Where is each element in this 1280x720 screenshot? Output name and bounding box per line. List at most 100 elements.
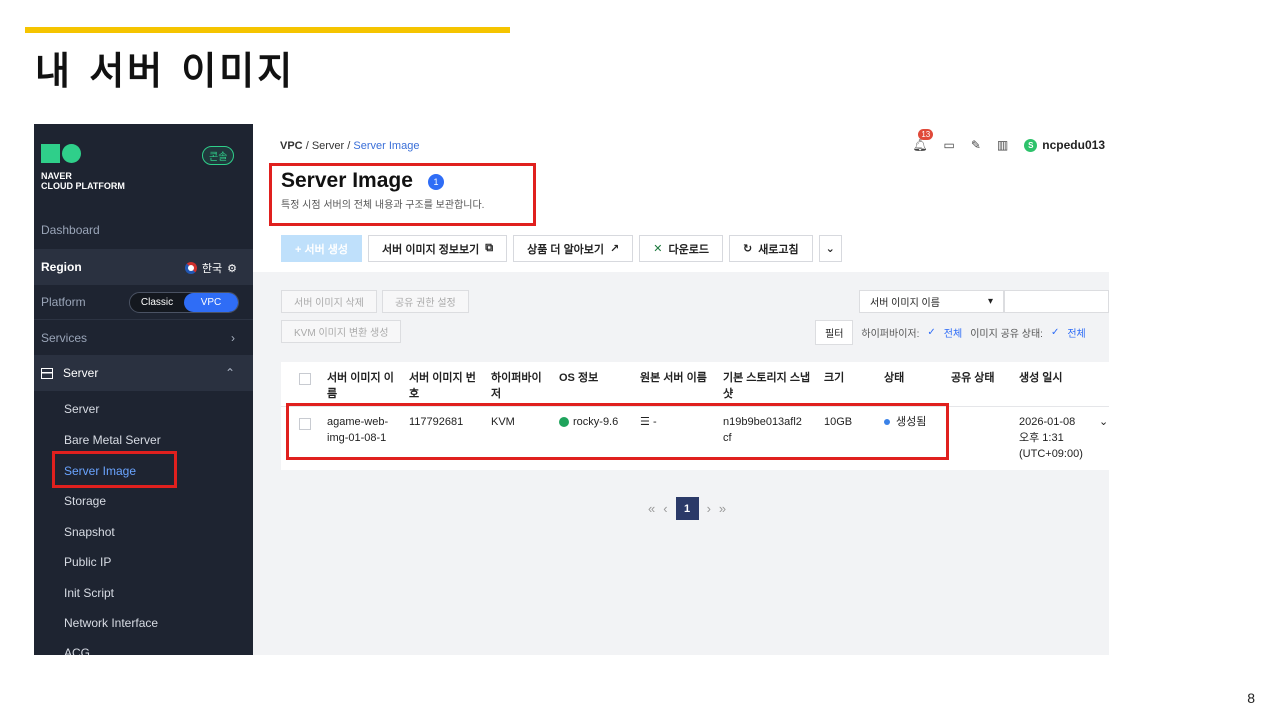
gear-icon[interactable]: ⚙ xyxy=(227,262,237,275)
action-buttons: 서버 이미지 삭제 공유 권한 설정 xyxy=(281,290,469,313)
hypervisor-filter-label: 하이퍼바이저: xyxy=(861,329,920,340)
slide: 내 서버 이미지 NAVER CLOUD PLATFORM 콘솔 Dashboar… xyxy=(0,0,1280,720)
top-icons: 🔔︎ 13 ▭ ✎ ▥ S ncpedu013 xyxy=(912,129,1105,152)
refresh-icon: ↻ xyxy=(742,243,753,255)
highlight-box-menu xyxy=(52,451,177,488)
filter-button[interactable]: 필터 xyxy=(815,320,854,345)
slide-title: 내 서버 이미지 xyxy=(35,49,296,93)
breadcrumb-sep: / xyxy=(347,140,351,152)
notification-count: 13 xyxy=(918,129,934,140)
platform-toggle[interactable]: Classic VPC xyxy=(129,292,239,313)
cell-created: 2026-01-08 오후 1:31 (UTC+09:00) xyxy=(1019,414,1083,462)
next-page-icon[interactable]: › xyxy=(707,501,711,516)
check-icon: ✓ xyxy=(1050,327,1060,338)
highlight-box-title xyxy=(269,163,536,226)
prev-page-icon[interactable]: ‹ xyxy=(663,501,667,516)
search-input[interactable] xyxy=(1004,290,1109,313)
learn-more-label: 상품 더 알아보기 xyxy=(527,243,605,256)
sidebar-item-network-interface[interactable]: Network Interface xyxy=(64,616,158,630)
logo-line2: CLOUD PLATFORM xyxy=(41,181,125,191)
sidebar: NAVER CLOUD PLATFORM 콘솔 Dashboard Region … xyxy=(34,124,253,655)
main-content: VPC / Server / Server Image 🔔︎ 13 ▭ ✎ ▥ S… xyxy=(253,124,1109,655)
accent-bar xyxy=(25,27,510,33)
user-menu[interactable]: S ncpedu013 xyxy=(1024,138,1105,152)
sidebar-item-storage[interactable]: Storage xyxy=(64,494,106,508)
download-button[interactable]: ✕ 다운로드 xyxy=(639,235,723,262)
col-header-created[interactable]: 생성 일시 xyxy=(1019,370,1063,386)
col-header-name[interactable]: 서버 이미지 이름 xyxy=(327,370,399,402)
external-link-icon: ↗ xyxy=(610,243,620,255)
sidebar-region[interactable]: Region 한국 ⚙ xyxy=(34,249,253,285)
platform-vpc-option[interactable]: VPC xyxy=(184,293,238,312)
more-dropdown-button[interactable]: ⌄ xyxy=(818,235,842,262)
image-info-button[interactable]: 서버 이미지 정보보기 ⧉ xyxy=(368,235,508,262)
services-label: Services xyxy=(41,330,88,345)
sidebar-item-dashboard[interactable]: Dashboard xyxy=(34,212,253,248)
ncp-logo[interactable]: NAVER CLOUD PLATFORM xyxy=(41,144,125,191)
kvm-convert-button[interactable]: KVM 이미지 변환 생성 xyxy=(281,320,402,343)
excel-icon: ✕ xyxy=(653,243,663,255)
username: ncpedu013 xyxy=(1042,138,1105,152)
col-header-size[interactable]: 크기 xyxy=(824,370,844,386)
edit-note-icon[interactable]: ✎ xyxy=(971,138,981,152)
breadcrumb-sep: / xyxy=(305,140,309,152)
row-expand-chevron-icon[interactable]: ⌄ xyxy=(1099,414,1108,430)
first-page-icon[interactable]: « xyxy=(648,501,655,516)
breadcrumb-current: Server Image xyxy=(353,140,420,152)
platform-classic-option[interactable]: Classic xyxy=(130,293,184,312)
toolbar: + 서버 생성 서버 이미지 정보보기 ⧉ 상품 더 알아보기 ↗ ✕ 다운로드… xyxy=(281,235,842,262)
sidebar-item-server[interactable]: Server xyxy=(64,402,99,416)
last-page-icon[interactable]: » xyxy=(719,501,726,516)
delete-image-button[interactable]: 서버 이미지 삭제 xyxy=(281,290,377,313)
logo-line1: NAVER xyxy=(41,171,72,181)
check-icon: ✓ xyxy=(927,327,936,338)
refresh-button[interactable]: ↻ 새로고침 xyxy=(728,235,813,262)
share-state-filter-value[interactable]: 전체 xyxy=(1067,325,1085,340)
sidebar-item-init-script[interactable]: Init Script xyxy=(64,586,114,600)
chevron-down-icon: ⌄ xyxy=(825,243,835,255)
col-header-origin-server[interactable]: 원본 서버 이름 xyxy=(640,370,707,386)
sidebar-item-public-ip[interactable]: Public IP xyxy=(64,555,111,569)
col-header-hypervisor[interactable]: 하이퍼바이저 xyxy=(491,370,547,402)
select-all-checkbox[interactable] xyxy=(299,373,311,385)
download-label: 다운로드 xyxy=(668,243,709,256)
sidebar-item-acg[interactable]: ACG xyxy=(64,646,90,655)
sidebar-platform: Platform Classic VPC xyxy=(34,284,253,320)
col-header-number[interactable]: 서버 이미지 번호 xyxy=(409,370,479,402)
search-field-value: 서버 이미지 이름 xyxy=(870,298,940,309)
logo-circle-icon xyxy=(62,144,81,163)
sidebar-item-snapshot[interactable]: Snapshot xyxy=(64,525,115,539)
col-header-os[interactable]: OS 정보 xyxy=(559,370,598,386)
copy-window-icon: ⧉ xyxy=(485,242,494,254)
col-header-status[interactable]: 상태 xyxy=(884,370,904,386)
cell-created-tz: (UTC+09:00) xyxy=(1019,448,1083,460)
server-list-icon xyxy=(41,367,53,379)
region-label: Region xyxy=(41,260,82,274)
korea-flag-icon xyxy=(184,262,197,274)
col-header-snapshot[interactable]: 기본 스토리지 스냅샷 xyxy=(723,370,811,402)
pagination: « ‹ 1 › » xyxy=(648,497,726,520)
bell-icon[interactable]: 🔔︎ 13 xyxy=(912,129,934,152)
page-current[interactable]: 1 xyxy=(675,497,699,520)
breadcrumb-vpc[interactable]: VPC xyxy=(280,140,303,152)
book-icon[interactable]: ▥ xyxy=(997,138,1008,152)
create-server-button[interactable]: + 서버 생성 xyxy=(281,235,363,262)
console-screenshot: NAVER CLOUD PLATFORM 콘솔 Dashboard Region … xyxy=(34,124,1109,655)
console-badge[interactable]: 콘솔 xyxy=(202,146,235,165)
col-header-share-state[interactable]: 공유 상태 xyxy=(951,370,995,386)
cell-created-date: 2026-01-08 xyxy=(1019,416,1076,428)
sidebar-item-bare-metal-server[interactable]: Bare Metal Server xyxy=(64,433,161,447)
region-value: 한국 xyxy=(201,263,223,275)
hypervisor-filter-value[interactable]: 전체 xyxy=(944,325,962,340)
breadcrumb: VPC / Server / Server Image xyxy=(280,140,419,152)
search-field-select[interactable]: 서버 이미지 이름 ▾ xyxy=(859,290,1004,313)
cell-created-time: 오후 1:31 xyxy=(1019,432,1064,444)
share-permission-button[interactable]: 공유 권한 설정 xyxy=(381,290,469,313)
learn-more-button[interactable]: 상품 더 알아보기 ↗ xyxy=(513,235,634,262)
sidebar-item-services[interactable]: Services › xyxy=(34,320,253,356)
refresh-label: 새로고침 xyxy=(758,243,799,256)
sidebar-section-server[interactable]: Server ⌃ xyxy=(34,355,253,391)
chevron-up-icon: ⌃ xyxy=(224,366,235,380)
breadcrumb-server[interactable]: Server xyxy=(312,140,344,152)
chat-icon[interactable]: ▭ xyxy=(944,138,955,152)
